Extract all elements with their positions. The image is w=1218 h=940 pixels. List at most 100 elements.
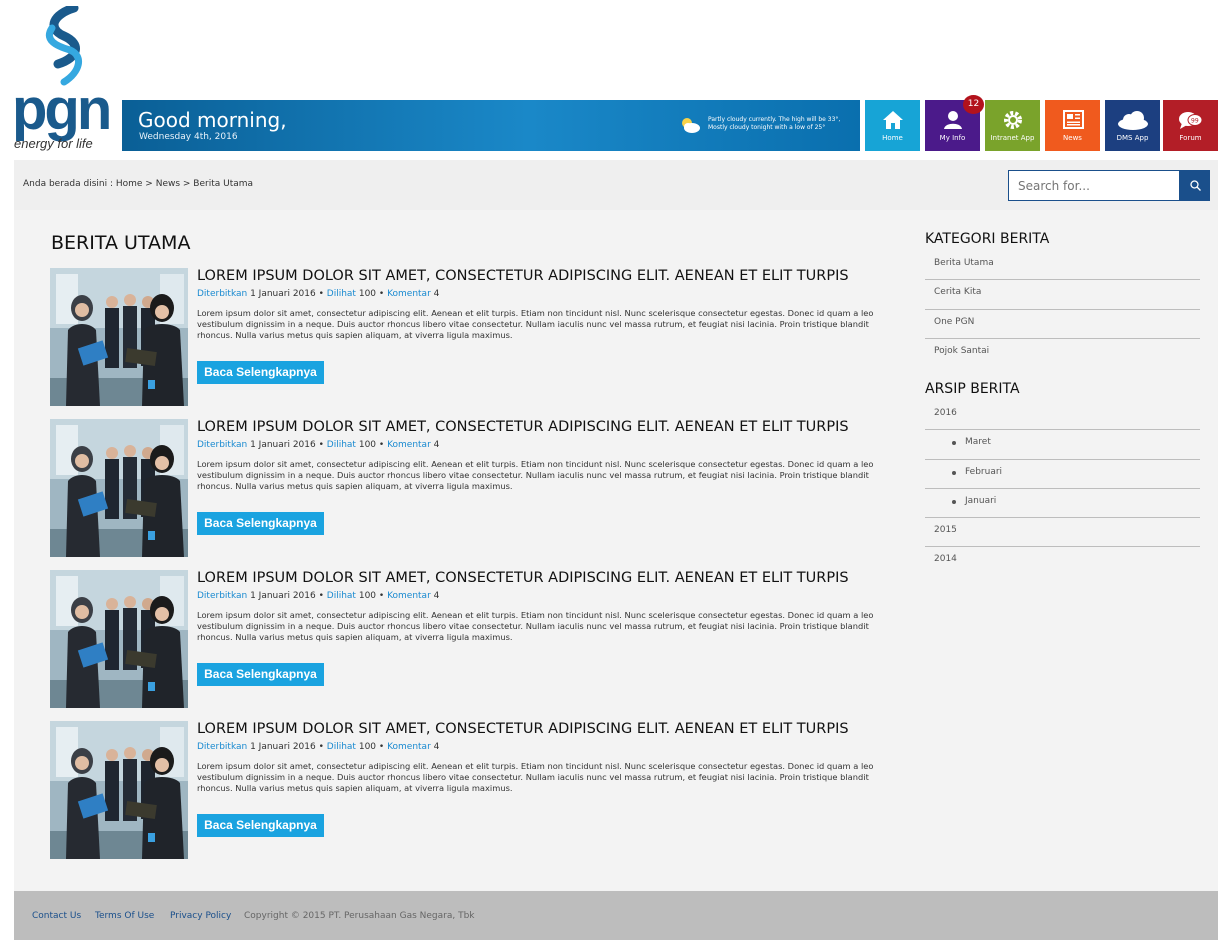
published-date: 1 Januari 2016 xyxy=(250,742,316,752)
published-label: Diterbitkan xyxy=(197,289,248,299)
comments-count: 4 xyxy=(433,289,440,299)
article-item: LOREM IPSUM DOLOR SIT AMET, CONSECTETUR … xyxy=(50,570,910,710)
comments-label[interactable]: Komentar xyxy=(387,742,431,752)
comments-count: 4 xyxy=(433,591,440,601)
category-item[interactable]: Pojok Santai xyxy=(925,339,1200,368)
comments-label[interactable]: Komentar xyxy=(387,289,431,299)
article-title[interactable]: LOREM IPSUM DOLOR SIT AMET, CONSECTETUR … xyxy=(197,721,849,737)
views-count: 100 xyxy=(358,440,377,450)
archive-year[interactable]: 2015 xyxy=(925,518,1200,548)
tile-label: News xyxy=(1063,134,1082,142)
article-item: LOREM IPSUM DOLOR SIT AMET, CONSECTETUR … xyxy=(50,419,910,559)
contact-link[interactable]: Contact Us xyxy=(32,911,81,921)
cloud-icon xyxy=(1117,111,1148,130)
category-item[interactable]: Berita Utama xyxy=(925,251,1200,281)
article-title[interactable]: LOREM IPSUM DOLOR SIT AMET, CONSECTETUR … xyxy=(197,570,849,586)
article-title[interactable]: LOREM IPSUM DOLOR SIT AMET, CONSECTETUR … xyxy=(197,268,849,284)
article-excerpt: Lorem ipsum dolor sit amet, consectetur … xyxy=(197,761,874,793)
article-excerpt: Lorem ipsum dolor sit amet, consectetur … xyxy=(197,610,874,642)
article-excerpt: Lorem ipsum dolor sit amet, consectetur … xyxy=(197,459,874,491)
notification-badge[interactable]: 12 xyxy=(963,95,984,114)
user-icon xyxy=(943,111,962,129)
comments-label[interactable]: Komentar xyxy=(387,440,431,450)
views-label: Dilihat xyxy=(326,591,356,601)
article-meta: Diterbitkan 1 Januari 2016 • Dilihat 100… xyxy=(197,289,440,299)
comments-count: 4 xyxy=(433,440,440,450)
archive-year[interactable]: 2014 xyxy=(925,547,1200,576)
article-photo xyxy=(50,570,188,708)
article-photo xyxy=(50,721,188,859)
categories-title: KATEGORI BERITA xyxy=(925,231,1050,247)
article-excerpt: Lorem ipsum dolor sit amet, consectetur … xyxy=(197,308,874,340)
comments-count: 4 xyxy=(433,742,440,752)
article-item: LOREM IPSUM DOLOR SIT AMET, CONSECTETUR … xyxy=(50,721,910,861)
tile-label: My Info xyxy=(939,134,966,142)
privacy-link[interactable]: Privacy Policy xyxy=(170,911,231,921)
article-photo xyxy=(50,419,188,557)
breadcrumb[interactable]: Anda berada disini : Home > News > Berit… xyxy=(23,179,253,189)
tile-label: Forum xyxy=(1179,134,1202,142)
article-title[interactable]: LOREM IPSUM DOLOR SIT AMET, CONSECTETUR … xyxy=(197,419,849,435)
partly-cloudy-icon xyxy=(682,118,700,133)
search-button[interactable] xyxy=(1180,170,1210,201)
article-meta: Diterbitkan 1 Januari 2016 • Dilihat 100… xyxy=(197,440,440,450)
views-count: 100 xyxy=(358,289,377,299)
archive-month[interactable]: Maret xyxy=(925,430,1200,460)
published-date: 1 Januari 2016 xyxy=(250,440,316,450)
greeting-date: Wednesday 4th, 2016 xyxy=(139,132,238,142)
views-label: Dilihat xyxy=(326,289,356,299)
published-label: Diterbitkan xyxy=(197,591,248,601)
category-item[interactable]: One PGN xyxy=(925,310,1200,339)
article-thumbnail[interactable] xyxy=(50,268,188,406)
tile-label: DMS App xyxy=(1116,134,1149,142)
chat-icon: 99 xyxy=(1178,112,1202,129)
tile-dms-app[interactable]: DMS App xyxy=(1105,100,1160,151)
article-thumbnail[interactable] xyxy=(50,721,188,859)
gear-icon xyxy=(1003,111,1022,129)
article-meta: Diterbitkan 1 Januari 2016 • Dilihat 100… xyxy=(197,742,440,752)
search-icon xyxy=(1189,180,1201,191)
article-meta: Diterbitkan 1 Januari 2016 • Dilihat 100… xyxy=(197,591,440,601)
terms-link[interactable]: Terms Of Use xyxy=(95,911,154,921)
read-more-button[interactable]: Baca Selengkapnya xyxy=(197,512,324,535)
category-sidebar: KATEGORI BERITA Berita Utama Cerita Kita… xyxy=(925,231,1200,368)
archive-year[interactable]: 2016 xyxy=(925,401,1200,431)
search-input[interactable] xyxy=(1008,170,1180,201)
published-label: Diterbitkan xyxy=(197,742,248,752)
published-date: 1 Januari 2016 xyxy=(250,289,316,299)
page-title: BERITA UTAMA xyxy=(51,232,191,254)
tile-intranet-app[interactable]: Intranet App xyxy=(985,100,1040,151)
breadcrumb-bar: Anda berada disini : Home > News > Berit… xyxy=(14,160,1218,210)
tile-home[interactable]: Home xyxy=(865,100,920,151)
weather-forecast: Partly cloudy currently. The high will b… xyxy=(708,116,841,131)
archive-month[interactable]: Januari xyxy=(925,489,1200,519)
views-count: 100 xyxy=(358,742,377,752)
views-label: Dilihat xyxy=(326,742,356,752)
article-thumbnail[interactable] xyxy=(50,570,188,708)
pgn-swirl-icon xyxy=(45,6,82,86)
greeting-bar: Good morning, Wednesday 4th, 2016 Partly… xyxy=(122,100,860,151)
logo-wordmark: pgn xyxy=(12,77,112,142)
read-more-button[interactable]: Baca Selengkapnya xyxy=(197,361,324,384)
article-photo xyxy=(50,268,188,406)
comments-label[interactable]: Komentar xyxy=(387,591,431,601)
svg-text:99: 99 xyxy=(1191,118,1199,125)
home-icon xyxy=(882,111,903,129)
logo-tagline: energy for life xyxy=(14,136,93,151)
read-more-button[interactable]: Baca Selengkapnya xyxy=(197,663,324,686)
published-label: Diterbitkan xyxy=(197,440,248,450)
copyright-text: Copyright © 2015 PT. Perusahaan Gas Nega… xyxy=(244,911,475,921)
tile-forum[interactable]: 99 Forum xyxy=(1163,100,1218,151)
greeting-title: Good morning, xyxy=(138,108,287,132)
archive-title: ARSIP BERITA xyxy=(925,381,1020,397)
archive-month[interactable]: Februari xyxy=(925,460,1200,489)
read-more-button[interactable]: Baca Selengkapnya xyxy=(197,814,324,837)
article-item: LOREM IPSUM DOLOR SIT AMET, CONSECTETUR … xyxy=(50,268,910,408)
category-item[interactable]: Cerita Kita xyxy=(925,280,1200,310)
footer: Contact Us Terms Of Use Privacy Policy C… xyxy=(14,891,1218,940)
tile-news[interactable]: News xyxy=(1045,100,1100,151)
views-label: Dilihat xyxy=(326,440,356,450)
article-thumbnail[interactable] xyxy=(50,419,188,557)
pgn-logo[interactable]: pgn energy for life xyxy=(12,6,112,154)
newspaper-icon xyxy=(1062,110,1084,129)
